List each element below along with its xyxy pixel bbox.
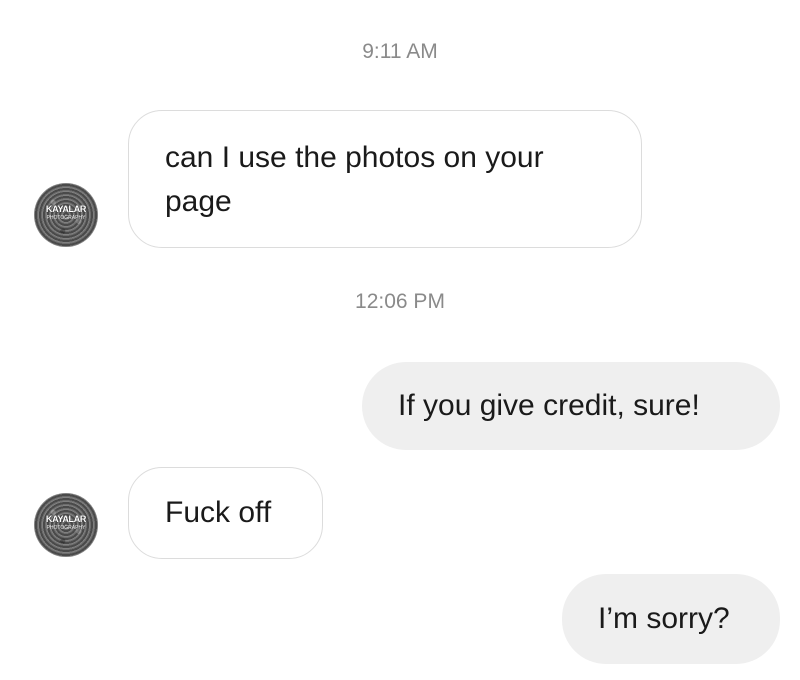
outgoing-message-bubble[interactable]: If you give credit, sure! xyxy=(362,362,780,450)
sender-avatar[interactable]: KAYALAR PHOTOGRAPHY xyxy=(34,493,98,557)
avatar-logo-subtext: PHOTOGRAPHY xyxy=(46,215,86,221)
message-thread[interactable]: 9:11 AM can I use the photos on your pag… xyxy=(0,0,800,680)
avatar-logo-text: KAYALAR xyxy=(45,514,87,524)
incoming-message-bubble[interactable]: Fuck off xyxy=(128,467,323,559)
sender-avatar[interactable]: KAYALAR PHOTOGRAPHY xyxy=(34,183,98,247)
outgoing-message-bubble[interactable]: I’m sorry? xyxy=(562,574,780,664)
incoming-message-bubble[interactable]: can I use the photos on your page xyxy=(128,110,642,248)
avatar-logo-text: KAYALAR xyxy=(45,204,87,214)
timestamp: 12:06 PM xyxy=(355,290,445,313)
avatar-logo-subtext: PHOTOGRAPHY xyxy=(46,525,86,531)
timestamp: 9:11 AM xyxy=(362,40,438,63)
